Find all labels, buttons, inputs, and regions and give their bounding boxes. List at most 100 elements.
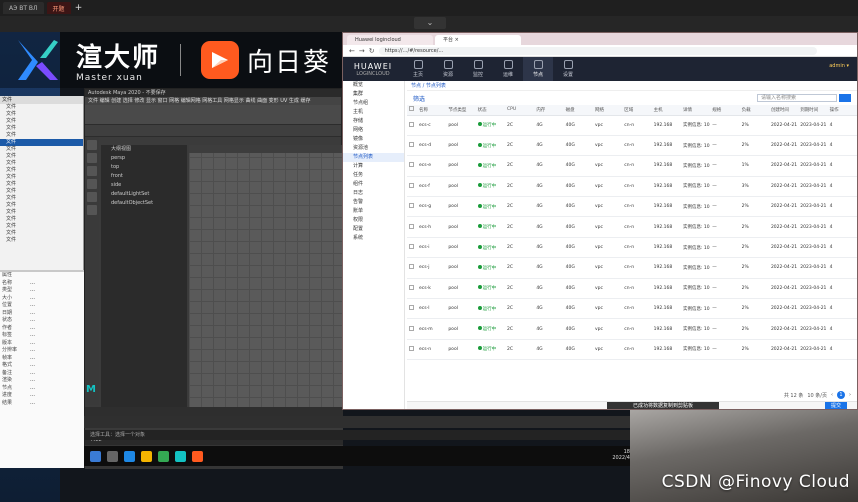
file-tree-item[interactable]: 文件 [0,223,83,230]
reload-icon[interactable]: ↻ [369,47,375,55]
file-tree-item[interactable]: 文件 [0,230,83,237]
property-row[interactable]: 标签… [0,332,84,340]
hw-sidebar-item[interactable]: 节点组 [343,99,404,108]
maya-shelf[interactable] [85,125,341,137]
row-checkbox[interactable] [407,298,417,320]
start-icon[interactable] [90,450,101,462]
hw-tab[interactable]: Huawei logincloud [347,35,433,45]
column-header[interactable]: 主机 [651,105,681,116]
row-checkbox[interactable] [407,257,417,279]
row-checkbox[interactable] [407,216,417,238]
property-row[interactable]: 名称… [0,280,84,288]
back-icon[interactable]: ← [349,47,355,55]
search-icon[interactable] [839,94,851,102]
prev-page-icon[interactable]: ‹ [831,392,833,398]
file-tree-item[interactable]: 文件 [0,118,83,125]
current-page[interactable]: 1 [837,391,845,399]
table-row[interactable]: ecs-f pool 运行中 2C 4G 40G vpc cn-n 192.168 实例信息: 1… [407,176,857,198]
file-tree-item[interactable]: 文件 [0,167,83,174]
row-checkbox[interactable] [407,115,417,136]
new-tab-button[interactable]: + [74,2,84,14]
file-tree-item[interactable]: 文件 [0,104,83,111]
file-tree-item[interactable]: 文件 [0,188,83,195]
scale-tool-icon[interactable] [87,205,97,215]
column-header[interactable]: 磁盘 [563,105,593,116]
property-row[interactable]: 属性 [0,272,84,280]
sunflower-app-icon[interactable] [192,450,203,462]
file-tree-item[interactable]: 文件 [0,174,83,181]
select-tool-icon[interactable] [87,140,97,150]
file-tree-item[interactable]: 文件 [0,216,83,223]
maya-playback-strip[interactable] [84,416,644,428]
breadcrumb[interactable]: 节点 / 节点列表 [407,81,857,91]
file-tree-item[interactable]: 文件 [0,209,83,216]
collapse-handle[interactable]: ⌄ [414,17,446,29]
row-checkbox[interactable] [407,339,417,361]
row-checkbox[interactable] [407,155,417,177]
outliner-item[interactable]: persp [101,154,187,163]
property-row[interactable]: 位置… [0,302,84,310]
paint-tool-icon[interactable] [87,166,97,176]
outliner-item[interactable]: front [101,172,187,181]
hw-nav-item[interactable]: 运维 [493,57,523,81]
column-header[interactable]: 规格 [710,105,740,116]
column-header[interactable]: 创建时间 [768,105,799,116]
hw-sidebar-item[interactable]: 存储 [343,117,404,126]
hw-nav-item[interactable]: 监控 [463,57,493,81]
table-row[interactable]: ecs-d pool 运行中 2C 4G 40G vpc cn-n 192.168 实例信息: 1… [407,135,857,157]
property-row[interactable]: 类型… [0,287,84,295]
hw-sidebar-item[interactable]: 配置 [343,225,404,234]
filter-button[interactable]: 筛选 [413,94,425,103]
file-tree-item[interactable]: 文件 [0,132,83,139]
file-tree-item[interactable]: 文件 [0,181,83,188]
maya-menubar[interactable]: 文件 编辑 创建 选择 修改 显示 窗口 网格 编辑网格 网格工具 网格显示 曲… [85,97,341,105]
edge-icon[interactable] [124,450,135,462]
huawei-logo[interactable]: HUAWEI LOGINCLOUD [343,62,403,77]
table-row[interactable]: ecs-j pool 运行中 2C 4G 40G vpc cn-n 192.168 实例信息: 1… [407,257,857,279]
outliner-item[interactable]: defaultLightSet [101,190,187,199]
property-row[interactable]: 结果… [0,400,84,408]
property-row[interactable]: 分辨率… [0,347,84,355]
table-row[interactable]: ecs-h pool 运行中 2C 4G 40G vpc cn-n 192.168 实例信息: 1… [407,216,857,238]
row-checkbox[interactable] [407,278,417,300]
page-size-select[interactable]: 10 条/页 [807,392,827,399]
property-row[interactable]: 大小… [0,295,84,303]
url-field[interactable]: https://…/#/resource/… [378,46,817,55]
hw-sidebar-item[interactable]: 节点列表 [343,153,404,162]
table-row[interactable]: ecs-e pool 运行中 2C 4G 40G vpc cn-n 192.168 实例信息: 1… [407,155,857,177]
table-row[interactable]: ecs-k pool 运行中 2C 4G 40G vpc cn-n 192.168 实例信息: 1… [407,278,857,300]
maya-status-line[interactable] [85,105,341,125]
forward-icon[interactable]: → [359,47,365,55]
hw-sidebar-item[interactable]: 概览 [343,81,404,90]
table-row[interactable]: ecs-g pool 运行中 2C 4G 40G vpc cn-n 192.168 实例信息: 1… [407,196,857,218]
file-tree-item[interactable]: 文件 [0,111,83,118]
property-row[interactable]: 节点… [0,385,84,393]
column-header[interactable]: 操作 [827,105,857,116]
property-row[interactable]: 版本… [0,340,84,348]
chrome-icon[interactable] [158,450,169,462]
file-tree-item[interactable]: 文件 [0,160,83,167]
hw-sidebar-item[interactable]: 日志 [343,189,404,198]
property-row[interactable]: 日期… [0,310,84,318]
file-tree-item[interactable]: 文件 [0,139,83,146]
file-tree-item[interactable]: 文件 [0,237,83,244]
hw-sidebar-item[interactable]: 任务 [343,171,404,180]
column-header[interactable]: 详情 [680,105,711,116]
column-header[interactable]: 网络 [592,105,623,116]
select-all-checkbox[interactable] [407,105,417,116]
hw-nav-item[interactable]: 节点 [523,57,553,81]
property-row[interactable]: 进度… [0,392,84,400]
hw-sidebar-item[interactable]: 资源池 [343,144,404,153]
property-row[interactable]: 渲染… [0,377,84,385]
hw-sidebar-item[interactable]: 主机 [343,108,404,117]
table-row[interactable]: ecs-l pool 运行中 2C 4G 40G vpc cn-n 192.168 实例信息: 1… [407,298,857,320]
move-tool-icon[interactable] [87,179,97,189]
column-header[interactable]: 负载 [739,105,769,116]
maya-app-icon[interactable] [175,450,186,462]
hw-sidebar-item[interactable]: 集群 [343,90,404,99]
viewport-menu-bar[interactable] [189,145,343,153]
column-header[interactable]: 区域 [622,105,652,116]
file-tree-item[interactable]: 文件 [0,202,83,209]
submit-button[interactable]: 提交 [825,402,847,409]
hw-sidebar-item[interactable]: 系统 [343,234,404,243]
